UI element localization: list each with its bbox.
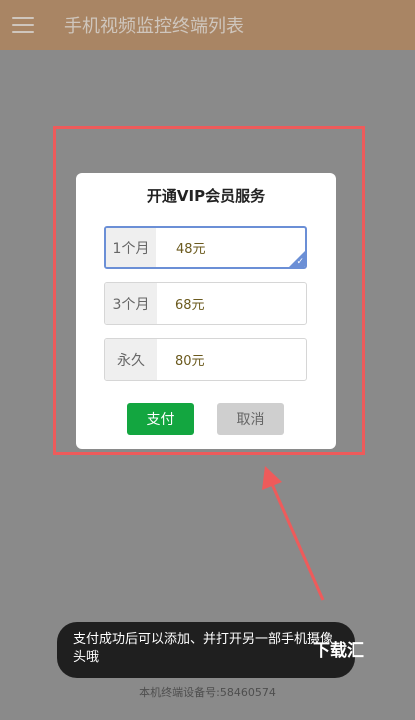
toast-message: 支付成功后可以添加、并打开另一部手机摄像头哦 [57,622,355,678]
annotation-arrow-icon [262,466,325,601]
watermark-logo: 下载汇 [313,641,364,661]
device-id-label: 本机终端设备号:58460574 [139,686,276,699]
